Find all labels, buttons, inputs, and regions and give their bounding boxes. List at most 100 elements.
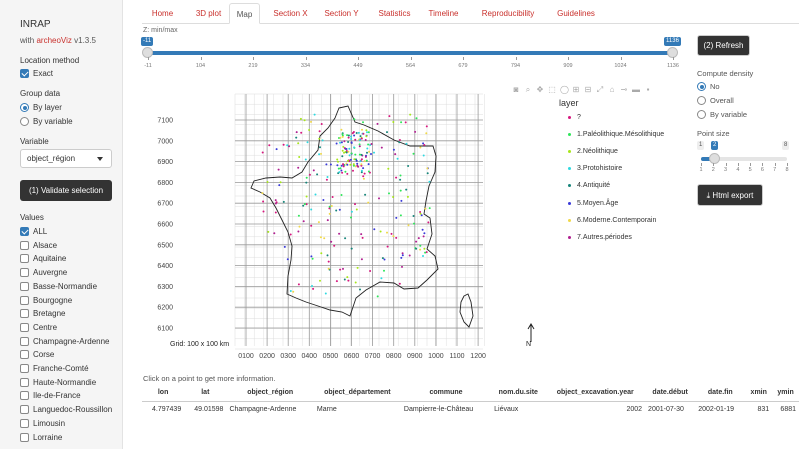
site-point xyxy=(339,141,342,144)
refresh-button[interactable]: (2) Refresh xyxy=(697,35,750,56)
table-cell: 4.797439 xyxy=(152,406,182,413)
site-point xyxy=(399,189,402,192)
zoom-icon[interactable]: ⌕ xyxy=(524,86,532,94)
tab-section-x[interactable]: Section X xyxy=(263,3,318,24)
site-point xyxy=(401,265,403,268)
legend-item[interactable]: 2.Néolithique xyxy=(568,148,618,155)
density-option-overall[interactable]: Overall xyxy=(697,96,734,105)
tab-guidelines[interactable]: Guidelines xyxy=(548,3,604,24)
autoscale-icon[interactable]: ⤢ xyxy=(596,86,604,94)
exact-checkbox[interactable]: Exact xyxy=(20,69,53,78)
legend-item[interactable]: 6.Moderne.Contemporain xyxy=(568,217,656,224)
lasso-icon[interactable]: ◯ xyxy=(560,86,569,94)
hover-closest-icon[interactable]: ▬ xyxy=(632,86,640,94)
site-point xyxy=(327,267,330,270)
site-point xyxy=(399,178,402,181)
value-checkbox[interactable]: Auvergne xyxy=(20,268,67,278)
map-plot[interactable]: 0100 0200 0300 0400 0500 0600 0700 0800 0900 1000… xyxy=(142,84,678,364)
site-point xyxy=(305,195,308,198)
value-checkbox[interactable]: Alsace xyxy=(20,240,57,250)
legend-label: 2.Néolithique xyxy=(577,148,618,156)
value-checkbox[interactable]: Bretagne xyxy=(20,309,65,319)
z-tick-mark xyxy=(148,57,149,60)
value-checkbox[interactable]: Languedoc-Roussillon xyxy=(20,405,112,415)
tab-reproducibility[interactable]: Reproducibility xyxy=(471,3,545,24)
checkbox-icon xyxy=(20,295,29,305)
value-checkbox[interactable]: Haute-Normandie xyxy=(20,377,96,387)
value-checkbox[interactable]: Lorraine xyxy=(20,432,62,442)
site-point xyxy=(347,134,350,137)
tab-3d-plot[interactable]: 3D plot xyxy=(186,3,231,24)
site-point xyxy=(398,139,401,141)
site-point xyxy=(350,216,352,219)
value-checkbox[interactable]: Limousin xyxy=(20,418,65,428)
site-point xyxy=(286,258,289,261)
table-header: object_excavation.year xyxy=(545,387,646,402)
legend-item[interactable]: 5.Moyen.Âge xyxy=(568,200,618,207)
site-point xyxy=(370,143,373,145)
density-option-by-variable[interactable]: By variable xyxy=(697,110,747,119)
site-point xyxy=(324,292,327,295)
site-point xyxy=(286,144,289,147)
legend-item[interactable]: 4.Antiquité xyxy=(568,182,610,189)
value-checkbox[interactable]: Bourgogne xyxy=(20,295,72,305)
site-point xyxy=(390,232,393,235)
table-cell: 6881 xyxy=(780,406,796,413)
site-point xyxy=(412,152,415,155)
z-tick-mark xyxy=(200,57,202,60)
site-point xyxy=(398,282,401,285)
plotly-logo-icon[interactable]: ▪ xyxy=(644,86,652,94)
legend-item[interactable]: 1.Paléolithique.Mésolithique xyxy=(568,131,664,138)
tab-map[interactable]: Map xyxy=(229,3,260,24)
compute-density-label: Compute density xyxy=(697,69,754,78)
x-tick-label: 0700 xyxy=(365,353,381,360)
site-point xyxy=(395,176,398,179)
point-size-handle[interactable] xyxy=(709,153,720,164)
value-checkbox[interactable]: Basse-Normandie xyxy=(20,281,97,291)
legend-item[interactable]: 7.Autres.périodes xyxy=(568,234,632,241)
tab-timeline[interactable]: Timeline xyxy=(420,3,467,24)
by-layer-radio[interactable]: By layer xyxy=(20,103,62,112)
variable-select[interactable]: object_région xyxy=(20,149,112,168)
value-checkbox[interactable]: Champagne-Ardenne xyxy=(20,336,110,346)
site-point xyxy=(415,117,418,120)
site-point xyxy=(320,252,323,255)
site-point xyxy=(275,148,278,151)
tab-statistics[interactable]: Statistics xyxy=(368,3,421,24)
value-checkbox[interactable]: Aquitaine xyxy=(20,254,66,264)
site-point xyxy=(342,165,345,168)
site-point xyxy=(352,163,355,166)
site-point xyxy=(343,278,346,281)
x-tick-label: 1000 xyxy=(428,353,444,360)
camera-icon[interactable]: ◙ xyxy=(512,86,520,94)
value-checkbox[interactable]: Ile-de-France xyxy=(20,391,81,401)
value-label: ALL xyxy=(33,227,48,236)
reset-axes-icon[interactable]: ⌂ xyxy=(608,86,616,94)
density-option-no[interactable]: No xyxy=(697,82,720,91)
site-point xyxy=(392,196,395,198)
value-checkbox[interactable]: Centre xyxy=(20,322,57,332)
tab-home[interactable]: Home xyxy=(143,3,182,24)
zoom-in-icon[interactable]: ⊞ xyxy=(572,86,580,94)
archeoviz-link[interactable]: archeoViz xyxy=(36,36,71,45)
validate-selection-button[interactable]: (1) Validate selection xyxy=(20,180,112,201)
by-variable-radio[interactable]: By variable xyxy=(20,117,73,126)
legend-item[interactable]: ? xyxy=(568,114,581,121)
box-select-icon[interactable]: ⬚ xyxy=(548,86,556,94)
toggle-spike-icon[interactable]: ⊸ xyxy=(620,86,628,94)
site-point xyxy=(345,148,348,150)
value-checkbox[interactable]: Corse xyxy=(20,350,54,360)
site-point xyxy=(386,131,388,134)
z-tick-label: 449 xyxy=(353,63,363,69)
y-tick-label: 6700 xyxy=(157,201,173,208)
pan-icon[interactable]: ✥ xyxy=(536,86,544,94)
value-checkbox[interactable]: Franche-Comté xyxy=(20,364,89,373)
legend-item[interactable]: 3.Protohistoire xyxy=(568,165,622,172)
site-point xyxy=(427,221,430,224)
x-tick-label: 0200 xyxy=(259,353,275,360)
zoom-out-icon[interactable]: ⊟ xyxy=(584,86,592,94)
site-point xyxy=(354,203,356,206)
html-export-button[interactable]: ⤓ Html export xyxy=(697,184,763,206)
value-checkbox[interactable]: ALL xyxy=(20,227,47,236)
tab-section-y[interactable]: Section Y xyxy=(318,3,365,24)
